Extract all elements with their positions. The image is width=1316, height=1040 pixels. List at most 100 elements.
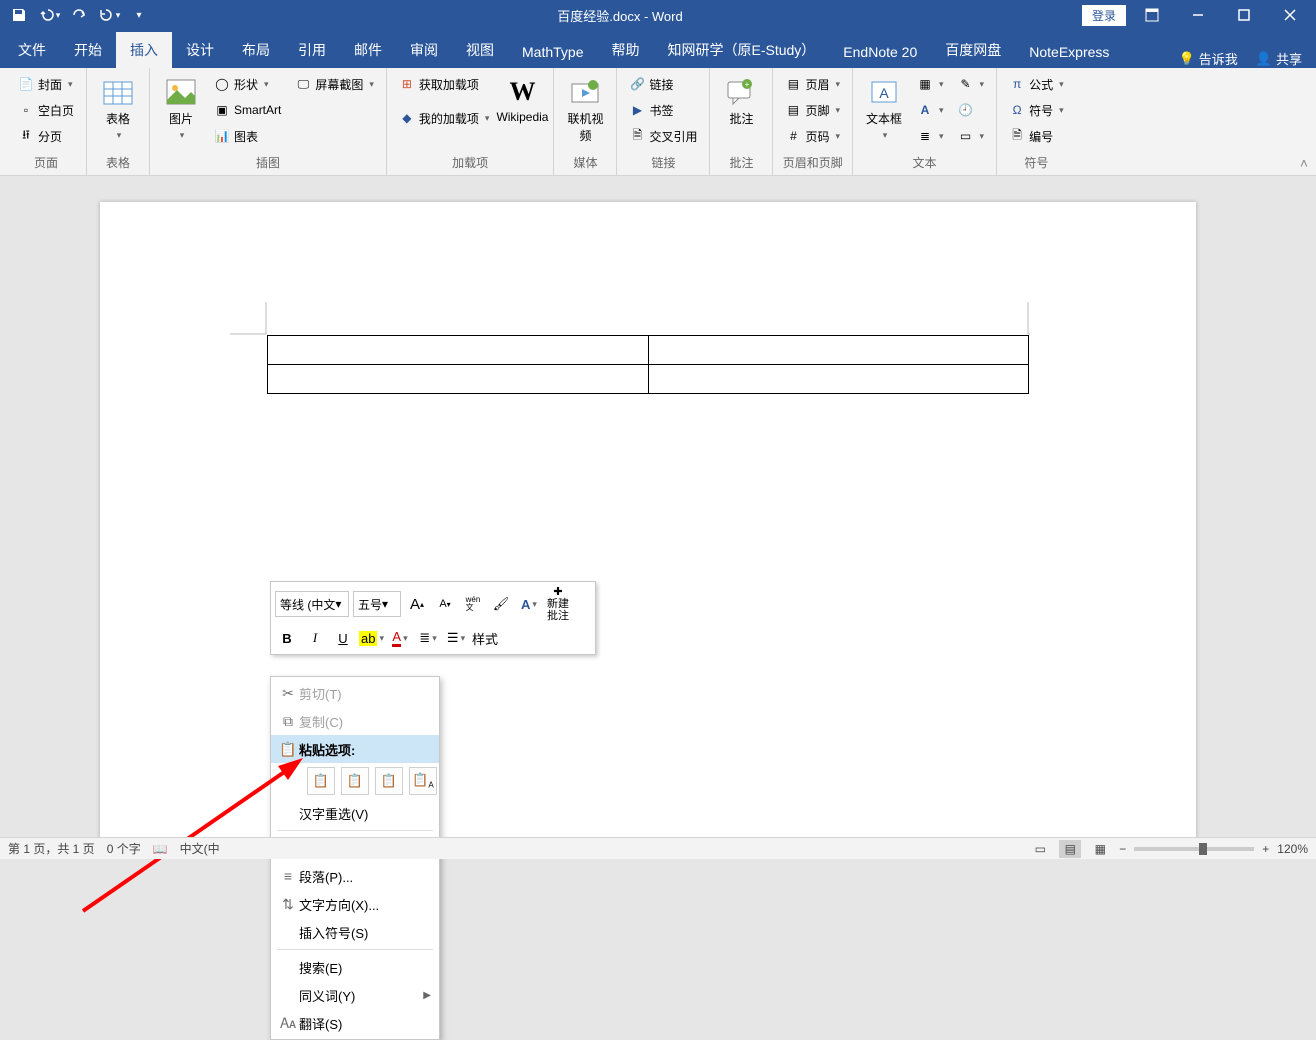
word-count[interactable]: 0 个字 <box>107 840 141 857</box>
wordart-button[interactable]: A▾ <box>913 98 948 122</box>
grow-font-button[interactable]: A▴ <box>405 592 429 616</box>
close-button[interactable] <box>1270 0 1310 30</box>
collapse-ribbon-button[interactable]: ˄ <box>1300 155 1308 171</box>
underline-button[interactable]: U <box>331 626 355 650</box>
tab-help[interactable]: 帮助 <box>597 32 653 68</box>
tell-me-button[interactable]: 💡告诉我 <box>1179 49 1238 68</box>
bookmark-button[interactable]: ▶书签 <box>625 98 701 122</box>
signature-line-button[interactable]: ✎▾ <box>954 72 989 96</box>
language-indicator[interactable]: 中文(中 <box>180 840 220 857</box>
tab-insert[interactable]: 插入 <box>116 32 172 68</box>
web-layout-button[interactable]: ▦ <box>1089 840 1111 858</box>
paste-keep-source-button[interactable]: 📋 <box>307 767 335 795</box>
ctx-paragraph[interactable]: ≡段落(P)... <box>271 862 439 890</box>
quick-parts-button[interactable]: ▦▾ <box>913 72 948 96</box>
shapes-button[interactable]: ◯形状▾ <box>210 72 285 96</box>
footer-button[interactable]: ▤页脚▾ <box>781 98 844 122</box>
bold-button[interactable]: B <box>275 626 299 650</box>
tab-design[interactable]: 设计 <box>172 32 228 68</box>
ctx-cut[interactable]: ✂剪切(T) <box>271 679 439 707</box>
share-button[interactable]: 👤共享 <box>1256 49 1302 68</box>
tab-review[interactable]: 审阅 <box>396 32 452 68</box>
tab-view[interactable]: 视图 <box>452 32 508 68</box>
tab-references[interactable]: 引用 <box>284 32 340 68</box>
page-break-button[interactable]: ⭿分页 <box>14 124 78 148</box>
tab-noteexpress[interactable]: NoteExpress <box>1015 36 1123 68</box>
styles-button[interactable]: 样式 <box>472 626 498 650</box>
page[interactable] <box>100 202 1196 842</box>
hyperlink-button[interactable]: 🔗链接 <box>625 72 701 96</box>
header-button[interactable]: ▤页眉▾ <box>781 72 844 96</box>
font-color-button[interactable]: A▾ <box>388 626 412 650</box>
ctx-copy[interactable]: ⧉复制(C) <box>271 707 439 735</box>
zoom-slider[interactable] <box>1134 847 1254 851</box>
clear-formatting-button[interactable]: A▾ <box>517 592 541 616</box>
drop-cap-button[interactable]: ≣▾ <box>913 124 948 148</box>
cover-page-button[interactable]: 📄封面▾ <box>14 72 78 96</box>
maximize-button[interactable] <box>1224 0 1264 30</box>
online-video-button[interactable]: 联机视频 <box>562 72 608 144</box>
redo-button[interactable] <box>66 2 92 28</box>
table-button[interactable]: 表格▾ <box>95 72 141 141</box>
wikipedia-button[interactable]: W Wikipedia <box>499 72 545 124</box>
paste-picture-button[interactable]: 📋 <box>375 767 403 795</box>
ctx-ime-reconvert[interactable]: 汉字重选(V) <box>271 799 439 827</box>
save-button[interactable] <box>6 2 32 28</box>
blank-page-button[interactable]: ▫空白页 <box>14 98 78 122</box>
cross-reference-button[interactable]: 🗎交叉引用 <box>625 124 701 148</box>
new-comment-button[interactable]: ✚新建批注 <box>545 586 571 622</box>
font-size-combo[interactable]: 五号 ▾ <box>353 591 401 617</box>
print-layout-button[interactable]: ▤ <box>1059 840 1081 858</box>
chart-button[interactable]: 📊图表 <box>210 124 285 148</box>
tab-mathtype[interactable]: MathType <box>508 36 597 68</box>
document-table[interactable] <box>267 335 1029 394</box>
numbering-button[interactable]: ☰▾ <box>444 626 468 650</box>
tab-file[interactable]: 文件 <box>4 32 60 68</box>
tab-endnote[interactable]: EndNote 20 <box>829 36 931 68</box>
page-number-button[interactable]: #页码▾ <box>781 124 844 148</box>
ctx-translate[interactable]: 🗛翻译(S) <box>271 1009 439 1037</box>
bullets-button[interactable]: ≣▾ <box>416 626 440 650</box>
textbox-button[interactable]: A 文本框▾ <box>861 72 907 141</box>
login-button[interactable]: 登录 <box>1082 5 1126 26</box>
zoom-level[interactable]: 120% <box>1277 842 1308 856</box>
tab-layout[interactable]: 布局 <box>228 32 284 68</box>
table-row[interactable] <box>268 365 1029 394</box>
date-time-button[interactable]: 🕘 <box>954 98 989 122</box>
spell-check-icon[interactable]: 📖 <box>153 842 168 856</box>
format-painter-button[interactable]: 🖌 <box>489 592 513 616</box>
screenshot-button[interactable]: 🖵屏幕截图▾ <box>291 72 378 96</box>
qat-customize-button[interactable]: ▾ <box>126 2 152 28</box>
tab-home[interactable]: 开始 <box>60 32 116 68</box>
phonetic-guide-button[interactable]: wén文 <box>461 592 485 616</box>
tab-mailings[interactable]: 邮件 <box>340 32 396 68</box>
ctx-insert-symbol[interactable]: 插入符号(S) <box>271 918 439 946</box>
page-indicator[interactable]: 第 1 页，共 1 页 <box>8 840 95 857</box>
paste-text-only-button[interactable]: 📋A <box>409 767 437 795</box>
read-mode-button[interactable]: ▭ <box>1029 840 1051 858</box>
refresh-button[interactable]: ▾ <box>96 2 122 28</box>
comment-button[interactable]: + 批注 <box>718 72 764 127</box>
equation-button[interactable]: π公式▾ <box>1005 72 1068 96</box>
undo-button[interactable]: ▾ <box>36 2 62 28</box>
font-family-combo[interactable]: 等线 (中文▾ <box>275 591 349 617</box>
table-cell[interactable] <box>648 365 1029 394</box>
tab-cnki[interactable]: 知网研学（原E-Study） <box>653 32 829 68</box>
object-button[interactable]: ▭▾ <box>954 124 989 148</box>
ctx-text-direction[interactable]: ⇅文字方向(X)... <box>271 890 439 918</box>
zoom-out-button[interactable]: − <box>1119 842 1126 856</box>
ribbon-display-options-button[interactable] <box>1132 0 1172 30</box>
italic-button[interactable]: I <box>303 626 327 650</box>
shrink-font-button[interactable]: A▾ <box>433 592 457 616</box>
get-addins-button[interactable]: ⊞获取加载项 <box>395 72 494 96</box>
symbol-button[interactable]: Ω符号▾ <box>1005 98 1068 122</box>
paste-merge-formatting-button[interactable]: 📋 <box>341 767 369 795</box>
ctx-search[interactable]: 搜索(E) <box>271 953 439 981</box>
tab-baidu[interactable]: 百度网盘 <box>931 32 1015 68</box>
smartart-button[interactable]: ▣SmartArt <box>210 98 285 122</box>
ctx-synonyms[interactable]: 同义词(Y)▶ <box>271 981 439 1009</box>
highlight-button[interactable]: ab▾ <box>359 626 384 650</box>
picture-button[interactable]: 图片▾ <box>158 72 204 141</box>
number-button[interactable]: 🗎编号 <box>1005 124 1068 148</box>
zoom-in-button[interactable]: + <box>1262 842 1269 856</box>
